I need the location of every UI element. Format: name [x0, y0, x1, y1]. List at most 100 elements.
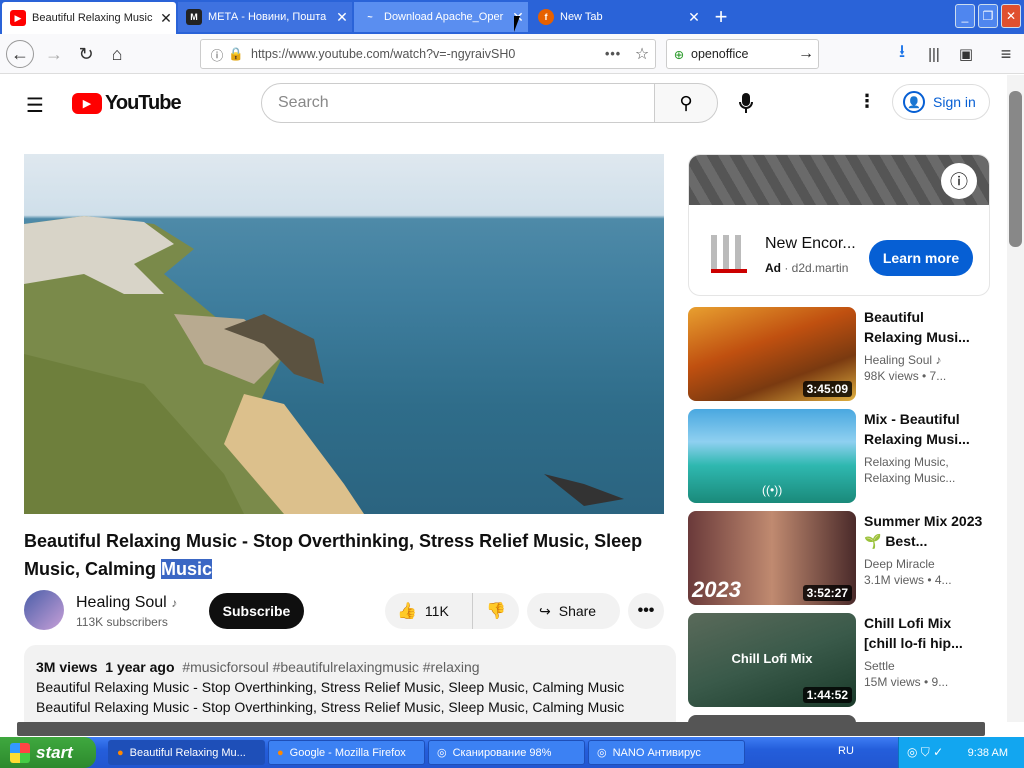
library-icon[interactable]: |||	[920, 40, 948, 68]
dislike-button[interactable]: 👎	[473, 593, 519, 629]
account-icon: 👤	[903, 91, 925, 113]
nano-icon: ◎	[437, 747, 447, 759]
settings-kebab-icon[interactable]: ⋮	[858, 91, 876, 112]
taskbar-item[interactable]: ● Beautiful Relaxing Mu...	[108, 740, 265, 765]
start-button[interactable]: start	[0, 737, 96, 768]
ad-card[interactable]: ⓘ New Encor... Ad · d2d.martin Learn mor…	[688, 154, 990, 296]
meta-icon: M	[186, 9, 202, 25]
apache-icon: ~	[367, 12, 373, 22]
sign-in-button[interactable]: 👤 Sign in	[892, 84, 990, 120]
firefox-icon: ●	[117, 746, 124, 759]
music-note-icon: ♪	[171, 596, 178, 610]
tab-meta[interactable]: M МЕТА - Новини, Пошта ✕	[178, 2, 352, 32]
share-button[interactable]: ↪ Share	[527, 593, 620, 629]
firefox-icon: f	[538, 9, 554, 25]
vertical-scrollbar[interactable]	[1007, 75, 1024, 722]
language-indicator[interactable]: RU	[838, 745, 854, 757]
star-icon[interactable]: ☆	[629, 44, 655, 64]
subscriber-count: 113K subscribers	[76, 615, 168, 629]
hashtags[interactable]: #musicforsoul #beautifulrelaxingmusic #r…	[182, 659, 479, 675]
search-box[interactable]: ⊕ openoffice →	[666, 39, 819, 69]
sidebar-icon[interactable]: ▣	[952, 40, 980, 68]
youtube-page: ☰ ▶ YouTube Search ⚲ ⋮ 👤 Sign in Beautif…	[0, 75, 1007, 722]
youtube-logo[interactable]: ▶ YouTube	[72, 92, 182, 115]
subscribe-button[interactable]: Subscribe	[209, 593, 304, 629]
firefox-icon: ●	[277, 746, 284, 759]
share-icon: ↪	[539, 602, 551, 619]
selected-text: Music	[161, 559, 213, 579]
description-meta: 3M views 1 year ago #musicforsoul #beaut…	[36, 659, 480, 675]
close-tab-icon[interactable]: ✕	[684, 9, 704, 26]
search-engine-icon: ⊕	[673, 47, 685, 62]
taskbar-item[interactable]: ◎ Сканирование 98%	[428, 740, 585, 765]
close-window-button[interactable]: ✕	[1001, 4, 1021, 28]
scroll-thumb[interactable]	[1009, 91, 1022, 247]
lock-icon: 🔒	[228, 46, 244, 61]
taskbar-item[interactable]: ● Google - Mozilla Firefox	[268, 740, 425, 765]
windows-logo-icon	[10, 742, 30, 763]
system-tray: ◎ ⛉ ✓ 9:38 AM	[898, 737, 1024, 768]
description-line: Beautiful Relaxing Music - Stop Overthin…	[36, 699, 625, 715]
video-player[interactable]	[24, 154, 664, 514]
browser-toolbar: ← → ↻ ⌂ ⓘ 🔒 https://www.youtube.com/watc…	[0, 34, 1024, 74]
restore-button[interactable]: ❐	[978, 4, 998, 28]
tab-youtube[interactable]: ▶ Beautiful Relaxing Music ✕	[2, 2, 176, 34]
video-thumbnail: ((•))	[688, 409, 856, 503]
video-thumbnail: 3:45:09	[688, 307, 856, 401]
mic-icon[interactable]	[734, 89, 758, 117]
reload-icon[interactable]: ↻	[72, 40, 100, 68]
minimize-button[interactable]: _	[955, 4, 975, 28]
tab-newtab[interactable]: f New Tab ✕	[530, 2, 704, 32]
clock: 9:38 AM	[967, 746, 1008, 759]
go-arrow-icon[interactable]: →	[794, 45, 818, 63]
home-icon[interactable]: ⌂	[103, 40, 131, 68]
taskbar-item[interactable]: ◎ NANO Антивирус	[588, 740, 745, 765]
close-tab-icon[interactable]: ✕	[156, 10, 176, 27]
address-bar[interactable]: ⓘ 🔒 https://www.youtube.com/watch?v=-ngy…	[200, 39, 656, 69]
tray-icons[interactable]: ◎ ⛉ ✓	[907, 745, 943, 760]
info-icon[interactable]: ⓘ	[207, 45, 227, 64]
recommendation-item[interactable]: 3:45:09 Beautiful Relaxing Musi... Heali…	[688, 307, 990, 401]
back-icon[interactable]: ←	[6, 40, 34, 68]
ad-title: New Encor...	[765, 235, 856, 252]
yt-search-button[interactable]: ⚲	[654, 83, 718, 123]
ad-meta: Ad · d2d.martin	[765, 261, 849, 275]
close-tab-icon[interactable]: ✕	[332, 9, 352, 26]
thumbs-up-icon: 👍	[397, 603, 417, 620]
search-icon: ⚲	[679, 92, 693, 113]
new-tab-button[interactable]: +	[706, 2, 736, 32]
youtube-play-icon: ▶	[72, 93, 102, 114]
tab-apache[interactable]: ~ Download Apache_Oper ✕	[354, 2, 528, 32]
music-note-icon: ♪	[935, 353, 942, 367]
hamburger-menu-icon[interactable]: ☰	[26, 93, 46, 118]
ad-logo	[711, 235, 747, 273]
thumbs-down-icon: 👎	[486, 603, 506, 620]
more-icon[interactable]: •••	[605, 47, 629, 61]
video-thumbnail-coast	[24, 216, 624, 514]
menu-icon[interactable]: ≡	[992, 40, 1020, 68]
channel-avatar[interactable]	[24, 590, 64, 630]
description-line: Beautiful Relaxing Music - Stop Overthin…	[36, 679, 625, 695]
video-title: Beautiful Relaxing Music - Stop Overthin…	[24, 531, 643, 579]
forward-icon[interactable]: →	[40, 40, 68, 68]
horizontal-scrollbar[interactable]	[17, 722, 985, 736]
taskbar: start ● Beautiful Relaxing Mu... ● Google …	[0, 737, 1024, 768]
info-icon[interactable]: ⓘ	[941, 163, 977, 199]
learn-more-button[interactable]: Learn more	[869, 240, 973, 276]
channel-name[interactable]: Healing Soul ♪	[76, 594, 177, 612]
video-thumbnail: Chill Lofi Mix 1:44:52	[688, 613, 856, 707]
recommendation-item[interactable]: ((•)) Mix - Beautiful Relaxing Musi... R…	[688, 409, 990, 503]
live-mix-icon: ((•))	[762, 483, 783, 497]
recommendation-item[interactable]: Chill Lofi Mix 1:44:52 Chill Lofi Mix [c…	[688, 613, 990, 707]
like-button[interactable]: 👍 11K	[385, 593, 473, 629]
video-thumbnail	[688, 715, 856, 722]
browser-tab-strip: ▶ Beautiful Relaxing Music ✕ M МЕТА - Но…	[0, 0, 1024, 34]
video-thumbnail: 2023 3:52:27	[688, 511, 856, 605]
download-icon[interactable]: ⭳	[888, 40, 916, 68]
nano-icon: ◎	[597, 747, 607, 759]
recommendation-item[interactable]: 2023 3:52:27 Summer Mix 2023🌱 Best... De…	[688, 511, 990, 605]
more-actions-icon[interactable]: •••	[628, 593, 664, 629]
description-box[interactable]: 3M views 1 year ago #musicforsoul #beaut…	[24, 645, 676, 722]
yt-search-input[interactable]: Search	[261, 83, 655, 123]
like-dislike-group: 👍 11K 👎	[385, 593, 519, 629]
